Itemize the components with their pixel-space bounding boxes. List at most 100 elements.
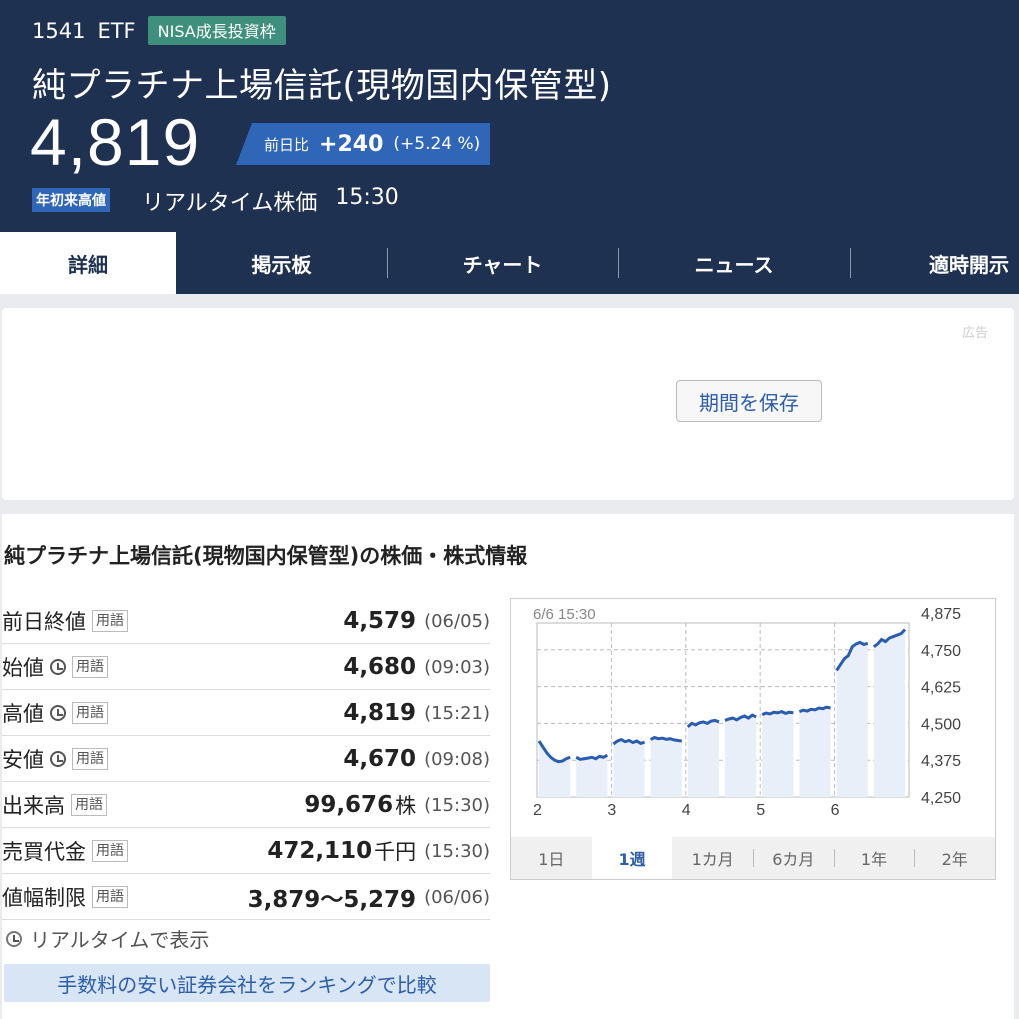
row-right: 4,670 (09:08): [343, 736, 490, 782]
realtime-line: リアルタイム株価 15:30: [142, 185, 399, 217]
y-tick-label: 4,750: [921, 643, 961, 660]
series-area: [576, 755, 608, 797]
broker-ranking-button[interactable]: 手数料の安い証券会社をランキングで比較: [4, 964, 490, 1002]
row-date: (15:30): [424, 794, 490, 816]
price-row: 売買代金 用語 472,110 千円 (15:30): [2, 828, 490, 874]
realtime-label: リアルタイム株価: [142, 191, 318, 216]
row-label: 出来高: [2, 793, 65, 818]
clock-icon: [50, 750, 66, 767]
tab-label: 掲示板: [251, 252, 312, 277]
term-link[interactable]: 用語: [72, 747, 108, 770]
price-table: 前日終値 用語 4,579 (06/05) 始値 用語 4,680 (09:03) 高値 用語 4,…: [2, 598, 490, 920]
series-area: [762, 711, 794, 797]
row-date: (15:30): [424, 840, 490, 862]
save-period-button[interactable]: 期間を保存: [676, 380, 822, 422]
row-label: 安値: [2, 747, 44, 772]
row-right: 472,110 千円 (15:30): [267, 828, 490, 874]
tab-news[interactable]: ニュース: [618, 232, 850, 294]
ytd-high-badge: 年初来高値: [32, 188, 110, 212]
current-price: 4,819: [30, 105, 201, 179]
row-date: (09:03): [424, 656, 490, 678]
series-area: [873, 629, 905, 797]
period-tab-label: 1カ月: [691, 850, 734, 869]
price-row: 始値 用語 4,680 (09:03): [2, 644, 490, 690]
tab-divider: [850, 248, 851, 278]
tab-label: 詳細: [68, 252, 108, 277]
price-row: 高値 用語 4,819 (15:21): [2, 690, 490, 736]
y-tick-label: 4,375: [921, 753, 961, 770]
row-value: 4,680: [343, 654, 417, 680]
tab-disclosure[interactable]: 適時開示: [850, 232, 1019, 294]
row-unit: 株: [395, 794, 417, 818]
stock-info-card: 純プラチナ上場信託(現物国内保管型)の株価・株式情報 前日終値 用語 4,579 (0…: [2, 514, 1014, 1019]
tab-divider: [387, 248, 388, 278]
term-link[interactable]: 用語: [72, 655, 108, 678]
stock-type: ETF: [97, 18, 136, 43]
change-percent: (+5.24 %): [393, 134, 481, 154]
term-link[interactable]: 用語: [72, 701, 108, 724]
row-right: 4,579 (06/05): [343, 598, 490, 644]
info-title: 純プラチナ上場信託(現物国内保管型)の株価・株式情報: [4, 544, 528, 568]
y-tick-label: 4,625: [921, 680, 961, 697]
row-label: 売買代金: [2, 839, 86, 864]
tab-bar: 詳細 掲示板 チャート ニュース 適時開示: [0, 232, 1019, 294]
row-right: 4,680 (09:03): [343, 644, 490, 690]
clock-icon: [50, 658, 66, 675]
period-tabs: 1日 1週 1カ月 6カ月 1年 2年: [511, 837, 995, 879]
tab-label: 適時開示: [929, 252, 1009, 277]
period-tab[interactable]: 1週: [591, 837, 673, 879]
price-row: 安値 用語 4,670 (09:08): [2, 736, 490, 782]
term-link[interactable]: 用語: [92, 839, 128, 862]
row-right: 99,676 株 (15:30): [304, 782, 490, 828]
clock-icon: [6, 930, 22, 947]
period-tab-label: 1週: [618, 850, 646, 869]
period-tab[interactable]: 1年: [833, 837, 915, 879]
period-tab[interactable]: 6カ月: [753, 837, 834, 879]
period-divider: [833, 849, 835, 867]
row-value: 4,579: [343, 608, 417, 634]
x-tick-label: 5: [756, 802, 765, 819]
row-value: 4,819: [343, 700, 417, 726]
tab-chart[interactable]: チャート: [387, 232, 618, 294]
row-right: 4,819 (15:21): [343, 690, 490, 736]
term-link[interactable]: 用語: [71, 793, 107, 816]
term-link[interactable]: 用語: [92, 885, 128, 908]
row-value: 99,676: [304, 792, 394, 818]
period-tab-label: 1日: [538, 850, 565, 869]
y-tick-label: 4,250: [921, 790, 961, 807]
tab-board[interactable]: 掲示板: [176, 232, 387, 294]
row-label: 値幅制限: [2, 885, 86, 910]
row-value: 472,110: [267, 838, 373, 864]
row-unit: 千円: [374, 840, 417, 864]
ad-label: 広告: [961, 326, 988, 341]
change-label: 前日比: [264, 135, 310, 154]
stock-code: 1541: [32, 18, 86, 43]
y-tick-label: 4,500: [921, 716, 961, 733]
ad-area[interactable]: 広告: [2, 308, 1014, 500]
series-area: [799, 707, 831, 797]
stock-code-line: 1541 ETF NISA成長投資枠: [32, 16, 286, 45]
row-right: 3,879〜5,279 (06/06): [248, 874, 490, 920]
clock-icon: [50, 704, 66, 721]
term-link[interactable]: 用語: [92, 609, 128, 632]
period-tab[interactable]: 1日: [511, 837, 592, 879]
nisa-badge: NISA成長投資枠: [147, 16, 286, 45]
tab-detail[interactable]: 詳細: [0, 232, 176, 294]
period-tab-label: 2年: [941, 850, 968, 869]
period-tab[interactable]: 1カ月: [672, 837, 753, 879]
price-chart[interactable]: 6/6 15:30 4,250 4,375 4,500 4,625 4,750 4,875 2…: [510, 598, 996, 880]
stock-header: 1541 ETF NISA成長投資枠 純プラチナ上場信託(現物国内保管型) 4,…: [0, 0, 1019, 232]
price-row: 出来高 用語 99,676 株 (15:30): [2, 782, 490, 828]
series-area: [687, 720, 719, 797]
period-tab-label: 6カ月: [772, 850, 815, 869]
tab-divider: [618, 248, 619, 278]
period-tab-label: 1年: [860, 850, 888, 869]
row-label: 始値: [2, 655, 44, 680]
x-tick-label: 6: [831, 802, 840, 819]
realtime-note[interactable]: リアルタイムで表示: [6, 924, 209, 953]
period-tab[interactable]: 2年: [914, 837, 995, 879]
tab-label: ニュース: [694, 252, 774, 277]
price-time: 15:30: [335, 185, 399, 210]
price-row: 値幅制限 用語 3,879〜5,279 (06/06): [2, 874, 490, 920]
row-value: 4,670: [343, 746, 417, 772]
